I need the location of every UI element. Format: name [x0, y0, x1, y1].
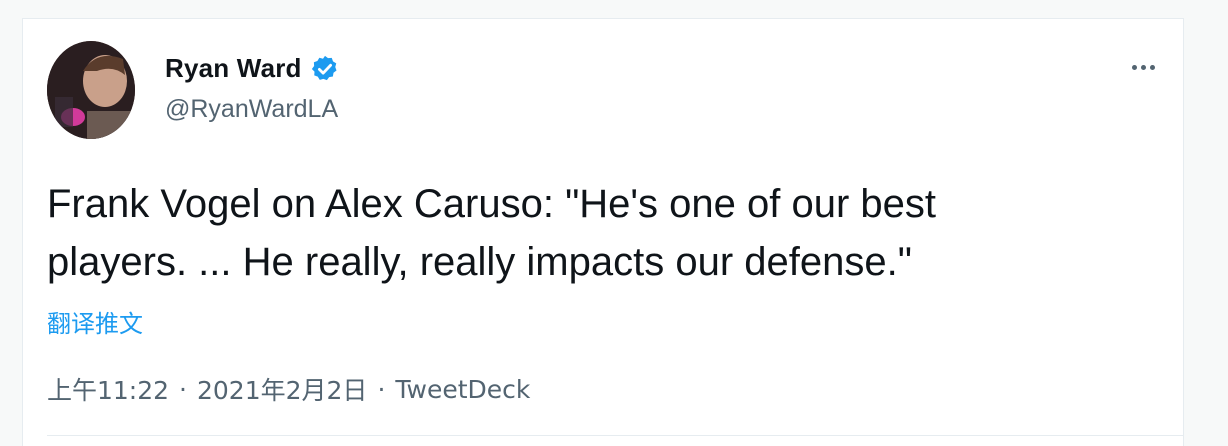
dot — [1131, 64, 1137, 70]
meta-separator: · — [179, 374, 187, 404]
dot — [1140, 64, 1146, 70]
verified-badge-icon — [311, 55, 337, 80]
divider — [47, 435, 1183, 436]
meta-separator: · — [377, 374, 386, 404]
author-handle[interactable]: @RyanWardLA — [165, 95, 338, 124]
tweet-text: Frank Vogel on Alex Caruso: "He's one of… — [47, 175, 1157, 291]
avatar[interactable] — [47, 41, 135, 139]
more-options-icon[interactable] — [1125, 55, 1161, 79]
tweet-card: Ryan Ward @RyanWardLA Frank Vogel on Ale… — [22, 18, 1184, 446]
avatar-photo-icon — [47, 41, 135, 139]
author-display-name[interactable]: Ryan Ward — [165, 53, 302, 84]
tweet-meta: 上午11:22 · 2021年2月2日 · TweetDeck — [47, 371, 530, 407]
author-name-row[interactable]: Ryan Ward — [165, 53, 340, 84]
translate-tweet-link[interactable]: 翻译推文 — [47, 304, 143, 339]
tweet-text-line: Frank Vogel on Alex Caruso: "He's one of… — [47, 182, 937, 226]
tweet-date[interactable]: 2021年2月2日 — [197, 371, 367, 407]
tweet-source[interactable]: TweetDeck — [395, 375, 530, 404]
dot — [1149, 64, 1155, 70]
tweet-time[interactable]: 上午11:22 — [47, 371, 169, 407]
tweet-text-line: players. ... He really, really impacts o… — [47, 240, 912, 284]
